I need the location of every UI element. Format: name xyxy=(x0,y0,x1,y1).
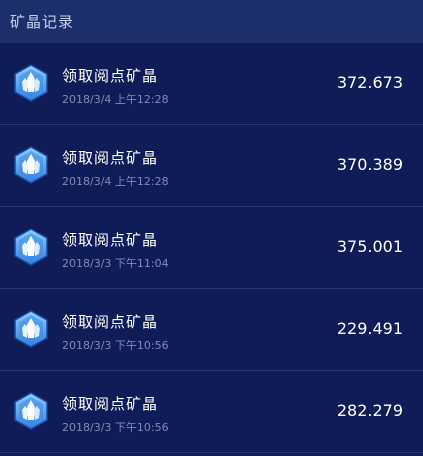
record-title: 领取阅点矿晶 xyxy=(62,149,159,167)
record-amount: 229.491 xyxy=(336,319,403,338)
record-time: 2018/3/3 下午11:04 xyxy=(62,257,169,270)
record-time: 2018/3/4 上午12:28 xyxy=(62,175,169,188)
list-item[interactable]: 领取阅点矿晶 2018/3/4 上午12:28 372.673 xyxy=(0,43,423,125)
records-list: 领取阅点矿晶 2018/3/4 上午12:28 372.673 领取阅点矿晶 2 xyxy=(0,43,423,453)
record-title: 领取阅点矿晶 xyxy=(62,313,159,331)
record-time: 2018/3/4 上午12:28 xyxy=(62,93,169,106)
record-amount: 372.673 xyxy=(336,73,403,92)
record-amount: 370.389 xyxy=(336,155,403,174)
crystal-icon xyxy=(14,392,48,430)
crystal-icon xyxy=(14,228,48,266)
crystal-icon xyxy=(14,64,48,102)
list-item[interactable]: 领取阅点矿晶 2018/3/3 下午10:56 229.491 xyxy=(0,289,423,371)
list-item[interactable]: 领取阅点矿晶 2018/3/4 上午12:28 370.389 xyxy=(0,125,423,207)
record-amount: 282.279 xyxy=(336,401,403,420)
record-time: 2018/3/3 下午10:56 xyxy=(62,339,169,352)
list-item[interactable]: 领取阅点矿晶 2018/3/3 下午11:04 375.001 xyxy=(0,207,423,289)
crystal-records-page: 矿晶记录 领取阅点矿晶 2018/3/4 上午12:28 372.673 领取阅… xyxy=(0,0,423,456)
page-title: 矿晶记录 xyxy=(10,13,75,31)
record-title: 领取阅点矿晶 xyxy=(62,231,159,249)
list-item[interactable]: 领取阅点矿晶 2018/3/3 下午10:56 282.279 xyxy=(0,371,423,453)
crystal-icon xyxy=(14,146,48,184)
record-title: 领取阅点矿晶 xyxy=(62,395,159,413)
record-time: 2018/3/3 下午10:56 xyxy=(62,421,169,434)
record-amount: 375.001 xyxy=(336,237,403,256)
header-bar: 矿晶记录 xyxy=(0,0,423,43)
crystal-icon xyxy=(14,310,48,348)
record-title: 领取阅点矿晶 xyxy=(62,67,159,85)
